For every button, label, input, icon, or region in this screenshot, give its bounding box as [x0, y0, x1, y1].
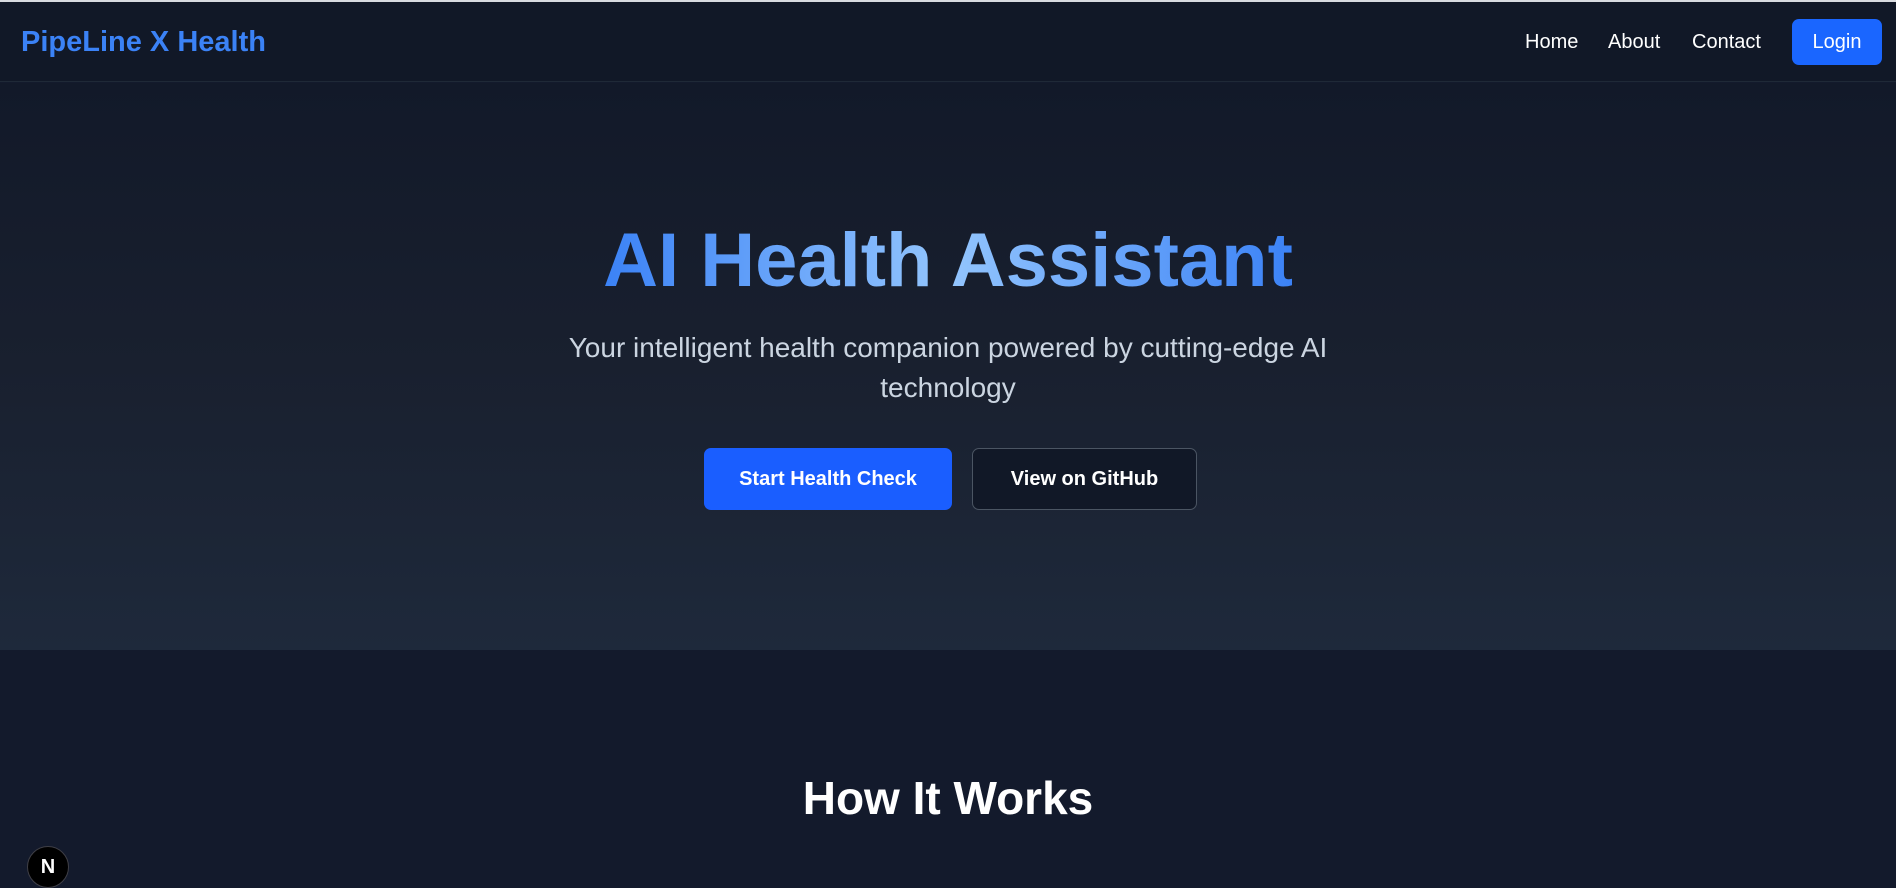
hero-title: AI Health Assistant [0, 223, 1896, 299]
hero-title-text: AI Health Assistant [603, 218, 1293, 303]
nav-link-home[interactable]: Home [1525, 31, 1578, 54]
nav-link-about[interactable]: About [1608, 31, 1660, 54]
nav-link-contact[interactable]: Contact [1692, 31, 1761, 54]
hero-section: AI Health Assistant Your intelligent hea… [0, 83, 1896, 650]
how-it-works-title: How It Works [802, 772, 1094, 824]
nextjs-icon[interactable]: N [27, 846, 69, 888]
navbar: PipeLine X Health Home About Contact Log… [0, 2, 1896, 82]
how-it-works-section: How It Works [0, 650, 1896, 877]
hero-subtitle: Your intelligent health companion powere… [568, 332, 1328, 403]
view-on-github-button[interactable]: View on GitHub [972, 448, 1197, 510]
login-button[interactable]: Login [1792, 19, 1882, 65]
brand-logo[interactable]: PipeLine X Health [21, 26, 266, 59]
start-health-check-button[interactable]: Start Health Check [704, 448, 952, 510]
